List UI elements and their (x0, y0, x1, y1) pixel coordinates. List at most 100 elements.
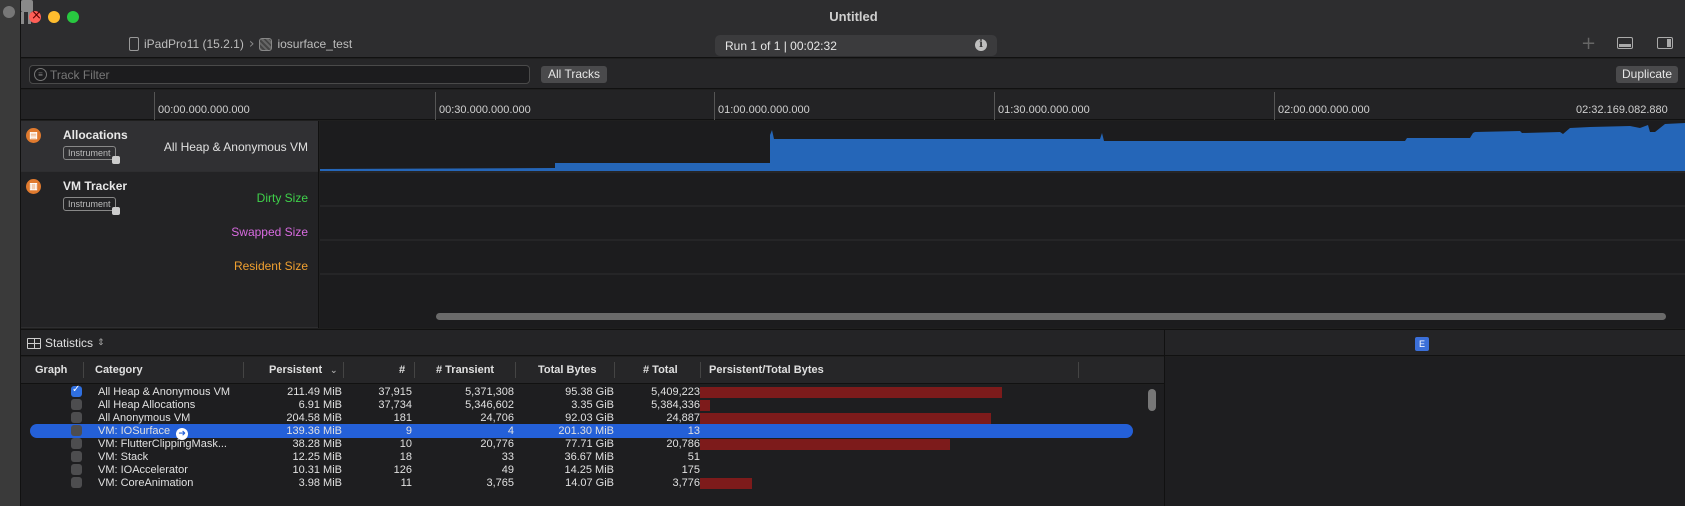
add-instrument-icon[interactable]: + (1581, 33, 1596, 54)
col-total-bytes[interactable]: Total Bytes (538, 364, 596, 376)
count-cell: 10 (399, 438, 412, 450)
col-ratio[interactable]: Persistent/Total Bytes (709, 364, 824, 376)
column-separator[interactable] (243, 362, 244, 378)
device-name: iPadPro11 (15.2.1) (144, 37, 244, 51)
persistent-cell: 6.91 MiB (298, 399, 342, 411)
ipad-icon (129, 37, 139, 51)
persistent-cell: 204.58 MiB (286, 412, 342, 424)
track-title: All Heap & Anonymous VM (163, 140, 308, 154)
ratio-bar (700, 387, 1002, 398)
total-cell: 5,409,223 (651, 386, 700, 398)
graph-checkbox[interactable] (71, 464, 82, 475)
graph-checkbox[interactable] (71, 438, 82, 449)
ruler-label: 00:30.000.000.000 (439, 104, 531, 116)
horizontal-scrollbar[interactable] (436, 313, 1666, 320)
resident-size-label: Resident Size (233, 259, 308, 273)
table-row[interactable]: All Heap & Anonymous VM 211.49 MiB 37,915 5… (30, 384, 1133, 399)
total-cell: 175 (681, 464, 700, 476)
table-row[interactable]: VM: IOSurface ➜ 139.36 MiB 9 4 201.30 MiB 13 (30, 424, 1133, 440)
app-icon (259, 37, 273, 51)
table-row[interactable]: VM: CoreAnimation 3.98 MiB 11 3,765 14.07 Gi… (30, 476, 1133, 490)
vertical-scrollbar[interactable] (1148, 389, 1156, 411)
persistent-cell: 38.28 MiB (292, 438, 342, 450)
column-separator[interactable] (515, 362, 516, 378)
run-status: Run 1 of 1 | 00:02:32 (725, 39, 837, 53)
all-tracks-button[interactable]: All Tracks (541, 66, 608, 83)
table-row[interactable]: All Anonymous VM 204.58 MiB 181 24,706 92.03… (30, 411, 1133, 425)
bottom-panel-toggle-icon[interactable] (1617, 37, 1633, 49)
allocations-series-area (320, 123, 1685, 171)
table-row[interactable]: VM: Stack 12.25 MiB 18 33 36.67 MiB 51 (30, 450, 1133, 464)
track-list: ▤ Allocations Instrument All Heap & Anon… (21, 121, 319, 328)
target-selector[interactable]: iPadPro11 (15.2.1) › iosurface_test (129, 36, 352, 52)
category-cell: All Heap & Anonymous VM (98, 385, 230, 399)
column-separator[interactable] (614, 362, 615, 378)
instrument-badge[interactable]: Instrument (63, 146, 120, 164)
col-graph[interactable]: Graph (35, 364, 67, 376)
table-row[interactable]: All Heap Allocations 6.91 MiB 37,734 5,346,… (30, 398, 1133, 412)
transient-cell: 24,706 (480, 412, 514, 424)
vm-tracker-track-header[interactable]: ▥ VM Tracker Instrument Dirty Size Swapp… (21, 172, 318, 328)
ruler-tick (154, 92, 155, 120)
table-row[interactable]: VM: IOAccelerator 10.31 MiB 126 49 14.25 MiB… (30, 463, 1133, 477)
extended-detail-icon[interactable]: E (1415, 337, 1429, 351)
ruler-label: 02:00.000.000.000 (1278, 104, 1370, 116)
graph-checkbox[interactable] (71, 399, 82, 410)
category-text: VM: FlutterClippingMask... (98, 438, 227, 450)
graph-checkbox[interactable] (71, 477, 82, 488)
ruler-label: 01:00.000.000.000 (718, 104, 810, 116)
category-cell: All Heap Allocations (98, 398, 195, 412)
total-bytes-cell: 77.71 GiB (565, 438, 614, 450)
duplicate-button[interactable]: Duplicate (1616, 66, 1679, 83)
category-cell: All Anonymous VM (98, 411, 190, 425)
col-count[interactable]: # (399, 364, 405, 376)
swapped-size-label: Swapped Size (231, 225, 308, 239)
inspector-toggle-icon[interactable] (1657, 37, 1673, 49)
sort-chevron-down-icon[interactable]: ⌄ (330, 366, 338, 376)
ruler-tick (435, 92, 436, 120)
statistics-table: All Heap & Anonymous VM 211.49 MiB 37,915 5… (21, 384, 1164, 506)
track-graph-area[interactable] (320, 121, 1685, 328)
col-category[interactable]: Category (95, 364, 143, 376)
persistent-cell: 10.31 MiB (292, 464, 342, 476)
graph-checkbox[interactable] (71, 384, 82, 397)
dirty-size-label: Dirty Size (256, 191, 308, 205)
category-cell: VM: Stack (98, 450, 148, 464)
ruler-label: 00:00.000.000.000 (158, 104, 250, 116)
transient-cell: 3,765 (486, 477, 514, 489)
column-separator[interactable] (1078, 362, 1079, 378)
column-separator[interactable] (83, 362, 84, 378)
total-bytes-cell: 14.07 GiB (565, 477, 614, 489)
column-separator[interactable] (414, 362, 415, 378)
total-bytes-cell: 36.67 MiB (564, 451, 614, 463)
col-persistent[interactable]: Persistent (269, 364, 322, 376)
statistics-selector[interactable]: Statistics ⇕ (27, 336, 105, 350)
filter-icon: ≡ (34, 68, 47, 81)
col-transient[interactable]: # Transient (436, 364, 494, 376)
allocations-track-header[interactable]: ▤ Allocations Instrument All Heap & Anon… (21, 121, 318, 172)
graph-checkbox[interactable] (71, 451, 82, 462)
timeline-ruler[interactable]: 00:00.000.000.000 00:30.000.000.000 01:0… (21, 90, 1685, 120)
background-window-button (3, 6, 15, 18)
graph-checkbox[interactable] (71, 412, 82, 423)
transient-cell: 20,776 (480, 438, 514, 450)
col-total[interactable]: # Total (643, 364, 678, 376)
category-text: VM: Stack (98, 451, 149, 463)
statistics-label: Statistics (45, 336, 94, 350)
table-row[interactable]: VM: FlutterClippingMask... 38.28 MiB 10 20,… (30, 437, 1133, 451)
track-filter-input[interactable] (50, 67, 520, 83)
up-down-chevron-icon: ⇕ (97, 338, 105, 348)
ruler-tick (714, 92, 715, 120)
persistent-cell: 12.25 MiB (292, 451, 342, 463)
instrument-badge[interactable]: Instrument (63, 197, 120, 215)
track-filter-field[interactable]: ≡ (29, 65, 530, 84)
column-separator[interactable] (343, 362, 344, 378)
column-separator[interactable] (700, 362, 701, 378)
info-icon[interactable]: i (975, 39, 987, 51)
run-status-box[interactable]: Run 1 of 1 | 00:02:32 i (715, 35, 997, 56)
category-text: VM: CoreAnimation (98, 477, 194, 489)
graph-checkbox[interactable] (71, 425, 82, 436)
total-cell: 3,776 (672, 477, 700, 489)
transient-cell: 5,346,602 (465, 399, 514, 411)
ratio-bar (700, 413, 991, 424)
